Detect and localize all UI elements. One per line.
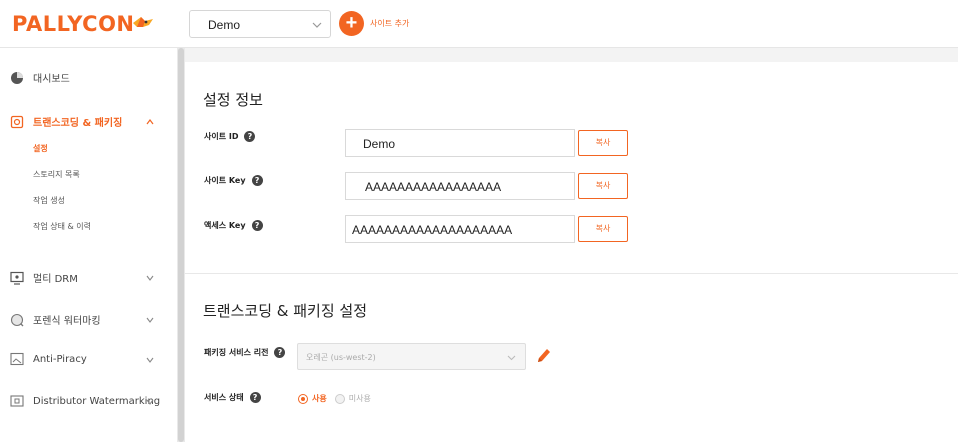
edit-pencil-icon[interactable] [536,346,552,364]
site-id-label: 사이트 ID ? [204,131,256,142]
sidebar-item-label: 대시보드 [33,74,70,85]
top-bar: PALLYCON Demo + 사이트 추가 [0,0,958,48]
section-divider [185,273,958,274]
copy-site-key-button[interactable]: 복사 [578,173,628,199]
help-icon[interactable]: ? [249,392,261,403]
service-status-radio-group: 사용 미사용 [298,393,371,404]
sidebar-item-label: Distributor Watermarking [33,395,161,407]
region-select-value: 오레곤 (us-west-2) [306,353,376,362]
region-label-text: 패키징 서비스 리전 [204,348,269,357]
add-site-label: 사이트 추가 [370,18,410,28]
status-off-radio[interactable] [334,393,345,404]
help-icon[interactable]: ? [274,347,286,358]
chevron-down-icon[interactable] [146,316,154,324]
sidebar-subitem-storage-list[interactable]: 스토리지 목록 [33,169,80,180]
image-icon [10,352,24,366]
main-content: 설정 정보 사이트 ID ? Demo 복사 사이트 Key ? AAAAAAA… [185,48,958,442]
region-label: 패키징 서비스 리전 ? [204,347,286,358]
site-key-field[interactable]: AAAAAAAAAAAAAAAAA [345,172,575,200]
screen-icon [10,395,24,407]
help-icon[interactable]: ? [251,175,263,186]
chevron-down-icon [507,355,516,361]
sidebar-item-multi-drm[interactable]: 멀티 DRM [10,270,78,285]
sidebar-item-label: 트랜스코딩 & 패키징 [33,118,123,129]
help-icon[interactable]: ? [244,131,256,142]
magnifier-icon [10,313,24,326]
scrollbar-thumb[interactable] [178,48,184,442]
site-key-label: 사이트 Key ? [204,175,263,186]
status-on-label[interactable]: 사용 [312,393,327,404]
sidebar-item-dashboard[interactable]: 대시보드 [10,70,70,85]
plus-icon: + [339,10,364,36]
status-on-radio[interactable] [298,393,308,404]
pie-chart-icon [11,71,23,84]
sidebar-subitem-settings[interactable]: 설정 [33,143,48,154]
sidebar-item-transcoding[interactable]: 트랜스코딩 & 패키징 [10,114,122,129]
sidebar-item-label: 포렌식 워터마킹 [33,316,101,327]
site-key-label-text: 사이트 Key [204,176,246,185]
sidebar-subitem-create-job[interactable]: 작업 생성 [33,195,65,206]
help-icon[interactable]: ? [251,220,263,231]
region-select[interactable]: 오레곤 (us-west-2) [297,343,526,370]
chevron-down-icon[interactable] [146,274,154,282]
access-key-label-text: 액세스 Key [204,221,246,230]
status-off-label[interactable]: 미사용 [349,393,371,404]
access-key-label: 액세스 Key ? [204,220,263,231]
sidebar-subitem-job-status[interactable]: 작업 상태 & 이력 [33,221,91,232]
chevron-down-icon[interactable] [146,398,154,406]
sidebar-item-distributor-watermarking[interactable]: Distributor Watermarking [10,394,160,408]
section-title-transcoding-settings: 트랜스코딩 & 패키징 설정 [203,302,368,320]
sidebar-item-forensic-watermarking[interactable]: 포렌식 워터마킹 [10,312,101,327]
transcoding-icon [10,115,24,128]
copy-access-key-button[interactable]: 복사 [578,216,628,242]
sidebar-item-anti-piracy[interactable]: Anti-Piracy [10,352,87,366]
sidebar: 대시보드 트랜스코딩 & 패키징 설정 스토리지 목록 작업 생성 작업 상태 … [0,48,176,442]
site-select[interactable]: Demo [189,10,331,38]
settings-panel: 설정 정보 사이트 ID ? Demo 복사 사이트 Key ? AAAAAAA… [185,62,958,442]
site-select-value: Demo [208,18,241,32]
monitor-icon [10,271,24,285]
service-status-label-text: 서비스 상태 [204,393,244,402]
chevron-down-icon[interactable] [146,356,154,364]
logo[interactable]: PALLYCON [12,12,135,36]
sidebar-scrollbar[interactable] [177,48,185,442]
access-key-field[interactable]: AAAAAAAAAAAAAAAAAAAA [345,215,575,243]
chevron-down-icon [312,22,322,28]
site-id-label-text: 사이트 ID [204,132,239,141]
sidebar-item-label: 멀티 DRM [33,274,78,285]
service-status-label: 서비스 상태 ? [204,392,261,403]
logo-mark-icon [133,17,153,27]
chevron-up-icon[interactable] [146,118,154,126]
sidebar-item-label: Anti-Piracy [33,353,87,365]
section-title-settings-info: 설정 정보 [203,91,263,109]
site-id-field[interactable]: Demo [345,129,575,157]
add-site-button[interactable]: + 사이트 추가 [339,10,409,36]
copy-site-id-button[interactable]: 복사 [578,130,628,156]
